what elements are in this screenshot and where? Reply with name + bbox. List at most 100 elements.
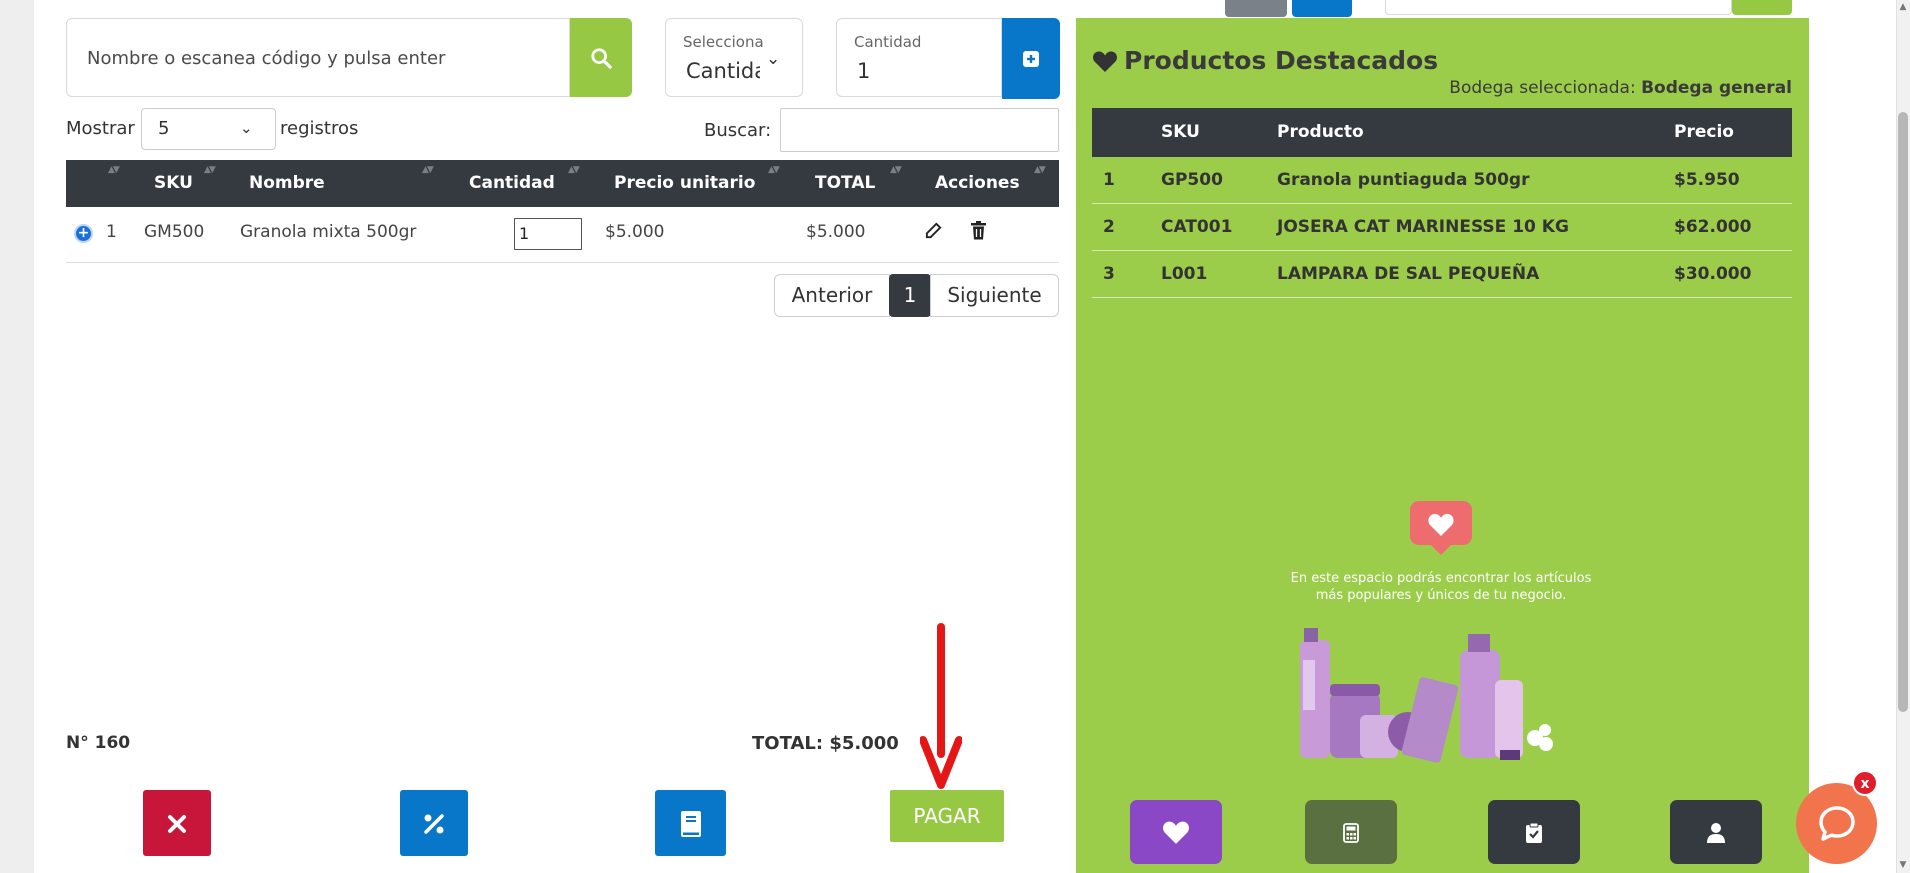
scroll-up-arrow-icon[interactable]: ▲ bbox=[1898, 2, 1908, 12]
edit-icon[interactable] bbox=[924, 221, 943, 245]
col-product: Producto bbox=[1277, 122, 1364, 142]
featured-tab-button[interactable] bbox=[1130, 800, 1222, 864]
records-label: registros bbox=[280, 118, 359, 139]
right-gutter bbox=[1808, 0, 1910, 873]
left-margin bbox=[0, 0, 34, 873]
featured-row-price: $62.000 bbox=[1674, 217, 1752, 237]
chat-close-button[interactable]: x bbox=[1852, 770, 1878, 796]
pagination-page-1[interactable]: 1 bbox=[889, 274, 931, 317]
pagination-previous-button[interactable]: Anterior bbox=[774, 274, 890, 317]
sort-icon[interactable]: ▲▼ bbox=[768, 165, 780, 175]
featured-empty-message: En este espacio podrás encontrar los art… bbox=[1280, 570, 1602, 604]
col-sku[interactable]: SKU bbox=[154, 173, 193, 193]
warehouse-value: Bodega general bbox=[1641, 78, 1792, 98]
cancel-sale-button[interactable] bbox=[143, 790, 211, 856]
warehouse-info: Bodega seleccionada: Bodega general bbox=[1340, 78, 1792, 98]
col-unit-price[interactable]: Precio unitario bbox=[614, 173, 755, 193]
featured-row[interactable]: 3 L001 LAMPARA DE SAL PEQUEÑA $30.000 bbox=[1092, 251, 1792, 298]
featured-row-index: 1 bbox=[1103, 170, 1115, 190]
col-name[interactable]: Nombre bbox=[249, 173, 325, 193]
row-index: 1 bbox=[106, 222, 117, 242]
chevron-down-icon: ⌄ bbox=[766, 49, 781, 69]
featured-row-product: JOSERA CAT MARINESSE 10 KG bbox=[1277, 217, 1569, 237]
heart-icon bbox=[1092, 51, 1118, 72]
unit-select-value: Cantidad bbox=[686, 59, 760, 83]
chevron-down-icon: ⌄ bbox=[240, 119, 253, 137]
order-total: TOTAL: $5.000 bbox=[752, 733, 899, 754]
scroll-down-arrow-icon[interactable]: ▼ bbox=[1898, 860, 1908, 870]
pagination-next-button[interactable]: Siguiente bbox=[930, 274, 1059, 317]
unit-select[interactable]: Selecciona Cantidad ⌄ bbox=[665, 18, 803, 97]
featured-row[interactable]: 1 GP500 Granola puntiaguda 500gr $5.950 bbox=[1092, 157, 1792, 204]
sort-icon[interactable]: ▲▼ bbox=[1034, 165, 1046, 175]
featured-empty-line2: más populares y únicos de tu negocio. bbox=[1315, 588, 1567, 603]
featured-row-sku: GP500 bbox=[1161, 170, 1223, 190]
table-search-input[interactable] bbox=[780, 108, 1059, 152]
page-size-select[interactable]: 5 ⌄ bbox=[141, 108, 276, 150]
product-search-field[interactable] bbox=[66, 18, 570, 98]
featured-row-product: Granola puntiaguda 500gr bbox=[1277, 170, 1530, 190]
table-search-label: Buscar: bbox=[704, 120, 772, 141]
row-unit-price: $5.000 bbox=[605, 222, 665, 242]
order-number: N° 160 bbox=[66, 733, 131, 753]
quantity-label: Cantidad bbox=[854, 33, 922, 51]
trash-icon[interactable] bbox=[970, 221, 987, 245]
clipboard-check-icon bbox=[1526, 822, 1542, 843]
row-sku: GM500 bbox=[144, 222, 205, 242]
top-blue-button[interactable] bbox=[1292, 0, 1352, 17]
percent-icon bbox=[424, 814, 444, 834]
featured-row-price: $5.950 bbox=[1674, 170, 1740, 190]
show-label: Mostrar bbox=[66, 118, 135, 139]
col-actions: Acciones bbox=[935, 173, 1020, 193]
col-total[interactable]: TOTAL bbox=[815, 173, 875, 193]
featured-row-price: $30.000 bbox=[1674, 264, 1752, 284]
sort-icon[interactable]: ▲▼ bbox=[108, 165, 120, 175]
featured-row[interactable]: 2 CAT001 JOSERA CAT MARINESSE 10 KG $62.… bbox=[1092, 204, 1792, 251]
featured-row-index: 2 bbox=[1103, 217, 1115, 237]
calculator-tab-button[interactable] bbox=[1305, 800, 1397, 864]
plus-square-icon bbox=[1023, 51, 1039, 67]
orders-tab-button[interactable] bbox=[1488, 800, 1580, 864]
quantity-field[interactable]: Cantidad 1 bbox=[836, 18, 1002, 97]
sort-icon[interactable]: ▲▼ bbox=[422, 165, 434, 175]
table-row: + 1 GM500 Granola mixta 500gr 1 $5.000 $… bbox=[66, 207, 1059, 263]
search-icon bbox=[591, 47, 612, 69]
notes-button[interactable] bbox=[655, 790, 726, 856]
top-input[interactable] bbox=[1385, 0, 1732, 15]
quantity-value: 1 bbox=[857, 59, 871, 83]
row-total: $5.000 bbox=[806, 222, 866, 242]
featured-row-product: LAMPARA DE SAL PEQUEÑA bbox=[1277, 264, 1540, 284]
book-icon bbox=[680, 811, 701, 837]
annotation-arrow-head bbox=[920, 736, 962, 789]
expand-row-icon[interactable]: + bbox=[74, 224, 93, 243]
sort-icon[interactable]: ▲▼ bbox=[568, 165, 580, 175]
product-search-input[interactable] bbox=[85, 19, 559, 98]
col-sku: SKU bbox=[1161, 122, 1200, 142]
products-illustration bbox=[1300, 628, 1553, 763]
col-quantity[interactable]: Cantidad bbox=[469, 173, 555, 193]
user-icon bbox=[1707, 823, 1725, 843]
featured-empty-line1: En este espacio podrás encontrar los art… bbox=[1290, 571, 1592, 586]
speech-heart-icon bbox=[1410, 501, 1472, 555]
customer-tab-button[interactable] bbox=[1670, 800, 1762, 864]
sort-icon[interactable]: ▲▼ bbox=[890, 165, 902, 175]
featured-row-sku: L001 bbox=[1161, 264, 1208, 284]
vertical-scrollbar-thumb[interactable] bbox=[1898, 112, 1908, 712]
sort-icon[interactable]: ▲▼ bbox=[204, 165, 216, 175]
add-product-button[interactable] bbox=[1002, 18, 1060, 99]
heart-icon bbox=[1162, 821, 1190, 844]
search-button[interactable] bbox=[570, 18, 632, 97]
top-gray-button[interactable] bbox=[1225, 0, 1287, 17]
unit-select-label: Selecciona bbox=[683, 33, 764, 51]
discount-button[interactable] bbox=[400, 790, 468, 856]
warehouse-label: Bodega seleccionada: bbox=[1449, 78, 1636, 98]
calculator-icon bbox=[1343, 823, 1359, 843]
row-name: Granola mixta 500gr bbox=[240, 222, 417, 242]
featured-row-sku: CAT001 bbox=[1161, 217, 1233, 237]
row-quantity-input[interactable]: 1 bbox=[514, 218, 582, 250]
pay-button[interactable]: PAGAR bbox=[890, 790, 1004, 842]
close-icon bbox=[168, 815, 186, 833]
top-green-button[interactable] bbox=[1732, 0, 1792, 15]
cart-table-header: ▲▼ SKU ▲▼ Nombre ▲▼ Cantidad ▲▼ Precio u… bbox=[66, 160, 1059, 207]
page-size-value: 5 bbox=[158, 118, 170, 139]
